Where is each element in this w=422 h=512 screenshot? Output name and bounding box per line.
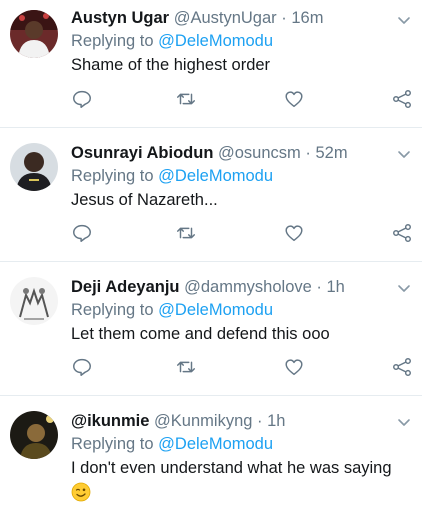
display-name[interactable]: Deji Adeyanju [71,278,180,296]
like-icon[interactable] [283,88,305,110]
share-icon[interactable] [391,222,413,244]
mention-link[interactable]: @DeleMomodu [158,32,273,50]
replying-prefix: Replying to [71,32,154,50]
user-handle[interactable]: @AustynUgar [174,9,277,27]
retweet-icon[interactable] [175,88,197,110]
separator: · [316,278,322,296]
tweet-actions [71,222,412,246]
reply-icon[interactable] [71,356,93,378]
display-name[interactable]: Osunrayi Abiodun [71,144,213,162]
replying-to: Replying to @DeleMomodu [71,298,410,322]
tweet-text: Shame of the highest order [71,56,271,74]
timestamp[interactable]: 52m [315,144,347,162]
tweet-actions [71,88,412,112]
emoji-line [71,480,410,504]
user-handle[interactable]: @Kunmikyng [154,412,252,430]
replying-prefix: Replying to [71,435,154,453]
share-icon[interactable] [391,356,413,378]
tweet-actions [71,356,412,380]
replying-prefix: Replying to [71,301,154,319]
tweet-header: Osunrayi Abiodun @osuncsm · 52m [71,142,410,164]
separator: · [305,144,311,162]
timestamp[interactable]: 16m [291,9,323,27]
tweet-text: Let them come and defend this ooo [71,325,330,343]
share-icon[interactable] [391,88,413,110]
user-handle[interactable]: @osuncsm [218,144,301,162]
like-icon[interactable] [283,356,305,378]
tweet-header: Deji Adeyanju @dammysholove · 1h [71,276,410,298]
user-handle[interactable]: @dammysholove [184,278,312,296]
display-name[interactable]: Austyn Ugar [71,9,169,27]
retweet-icon[interactable] [175,222,197,244]
separator: · [281,9,287,27]
mention-link[interactable]: @DeleMomodu [158,301,273,319]
replying-to: Replying to @DeleMomodu [71,164,410,188]
tweet-header: @ikunmie @Kunmikyng · 1h [71,410,410,432]
tweet-header: Austyn Ugar @AustynUgar · 16m [71,7,410,29]
avatar[interactable] [10,411,58,459]
tweet[interactable]: @ikunmie @Kunmikyng · 1h Replying to @De… [0,396,422,512]
reply-feed: Austyn Ugar @AustynUgar · 16m Replying t… [0,0,422,512]
tweet-text: Jesus of Nazareth... [71,191,218,209]
mention-link[interactable]: @DeleMomodu [158,435,273,453]
reply-icon[interactable] [71,222,93,244]
tweet[interactable]: Austyn Ugar @AustynUgar · 16m Replying t… [0,0,422,128]
avatar[interactable] [10,10,58,58]
retweet-icon[interactable] [175,356,197,378]
mention-link[interactable]: @DeleMomodu [158,167,273,185]
replying-to: Replying to @DeleMomodu [71,29,410,53]
like-icon[interactable] [283,222,305,244]
separator: · [257,412,263,430]
display-name[interactable]: @ikunmie [71,412,149,430]
tweet[interactable]: Osunrayi Abiodun @osuncsm · 52m Replying… [0,128,422,262]
replying-prefix: Replying to [71,167,154,185]
avatar[interactable] [10,143,58,191]
timestamp[interactable]: 1h [327,278,345,296]
reply-icon[interactable] [71,88,93,110]
winking-face-emoji [71,482,91,502]
timestamp[interactable]: 1h [267,412,285,430]
replying-to: Replying to @DeleMomodu [71,432,410,456]
tweet[interactable]: Deji Adeyanju @dammysholove · 1h Replyin… [0,262,422,396]
tweet-text: I don't even understand what he was sayi… [71,459,392,477]
avatar[interactable] [10,277,58,325]
